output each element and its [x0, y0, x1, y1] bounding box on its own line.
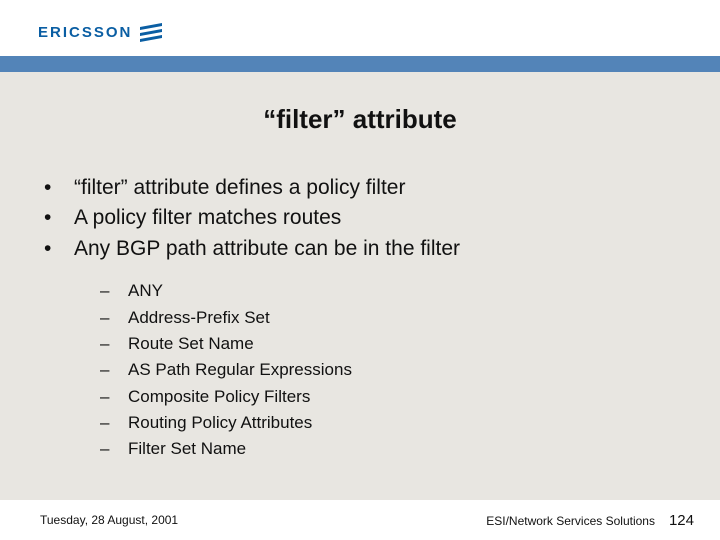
footer-date: Tuesday, 28 August, 2001 [40, 513, 178, 527]
bullet-text: A policy filter matches routes [74, 203, 341, 233]
bullet-list: • “filter” attribute defines a policy fi… [44, 173, 680, 463]
dash-icon: – [100, 331, 128, 357]
list-item: – ANY [100, 278, 680, 304]
brand-stripes-icon [140, 23, 162, 42]
page-title: “filter” attribute [40, 104, 680, 135]
list-item: – Routing Policy Attributes [100, 410, 680, 436]
sub-bullet-text: ANY [128, 278, 163, 304]
sub-bullet-text: Filter Set Name [128, 436, 246, 462]
list-item: – Filter Set Name [100, 436, 680, 462]
accent-bar [0, 56, 720, 72]
dash-icon: – [100, 357, 128, 383]
dash-icon: – [100, 305, 128, 331]
list-item: • “filter” attribute defines a policy fi… [44, 173, 680, 203]
brand-logo: ERICSSON [38, 24, 162, 41]
footer: Tuesday, 28 August, 2001 ESI/Network Ser… [0, 500, 720, 540]
sub-bullet-text: AS Path Regular Expressions [128, 357, 352, 383]
content-area: “filter” attribute • “filter” attribute … [0, 104, 720, 463]
list-item: – Address-Prefix Set [100, 305, 680, 331]
list-item: – AS Path Regular Expressions [100, 357, 680, 383]
dash-icon: – [100, 278, 128, 304]
dash-icon: – [100, 410, 128, 436]
bullet-mark-icon: • [44, 173, 74, 203]
sub-bullet-text: Address-Prefix Set [128, 305, 270, 331]
bullet-text: “filter” attribute defines a policy filt… [74, 173, 405, 203]
bullet-mark-icon: • [44, 203, 74, 233]
brand-name: ERICSSON [38, 24, 132, 41]
bullet-mark-icon: • [44, 234, 74, 264]
slide: ERICSSON “filter” attribute • “filter” a… [0, 0, 720, 540]
footer-org: ESI/Network Services Solutions [486, 514, 655, 528]
sub-bullet-text: Route Set Name [128, 331, 254, 357]
page-number: 124 [669, 512, 694, 529]
list-item: • Any BGP path attribute can be in the f… [44, 234, 680, 264]
sub-bullet-list: – ANY – Address-Prefix Set – Route Set N… [100, 278, 680, 462]
list-item: – Composite Policy Filters [100, 384, 680, 410]
dash-icon: – [100, 384, 128, 410]
footer-right: ESI/Network Services Solutions 124 [486, 512, 694, 529]
sub-bullet-text: Routing Policy Attributes [128, 410, 312, 436]
bullet-text: Any BGP path attribute can be in the fil… [74, 234, 460, 264]
sub-bullet-text: Composite Policy Filters [128, 384, 310, 410]
dash-icon: – [100, 436, 128, 462]
header: ERICSSON [0, 0, 720, 56]
list-item: • A policy filter matches routes [44, 203, 680, 233]
list-item: – Route Set Name [100, 331, 680, 357]
